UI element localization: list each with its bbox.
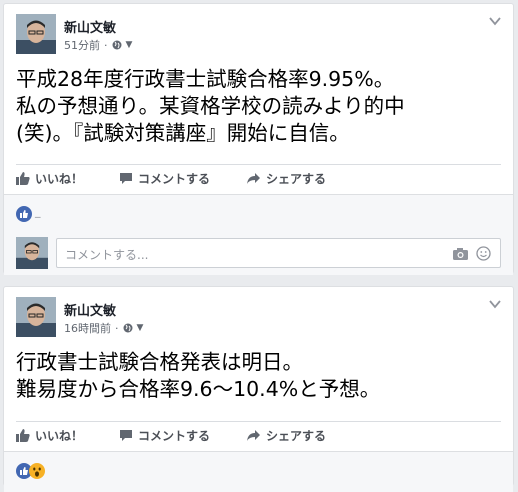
smiley-icon[interactable] bbox=[476, 246, 491, 261]
post-text-line: 私の予想通り。某資格学校の読みより的中 bbox=[16, 94, 405, 118]
comment-button[interactable]: コメントする bbox=[119, 427, 210, 444]
post-text-line: 平成28年度行政書士試験合格率9.95%。 bbox=[16, 67, 395, 91]
comment-icon bbox=[120, 172, 133, 184]
globe-icon[interactable] bbox=[112, 40, 122, 50]
feedback-area bbox=[4, 451, 513, 492]
post-text: 行政書士試験合格発表は明日。 難易度から合格率9.6〜10.4%と予想。 bbox=[16, 349, 380, 403]
divider bbox=[16, 421, 501, 422]
chevron-down-icon[interactable] bbox=[489, 16, 501, 26]
comment-label: コメントする bbox=[138, 428, 211, 443]
comment-label: コメントする bbox=[138, 171, 211, 186]
like-reaction-icon[interactable] bbox=[16, 206, 32, 222]
audience-caret-icon[interactable]: ▼ bbox=[137, 323, 144, 333]
chevron-down-icon[interactable] bbox=[489, 299, 501, 309]
share-button[interactable]: シェアする bbox=[246, 170, 326, 187]
share-icon bbox=[247, 172, 261, 184]
post-text-line: 難易度から合格率9.6〜10.4%と予想。 bbox=[16, 377, 381, 401]
post-text-line: (笑)。『試験対策講座』開始に自信。 bbox=[16, 121, 350, 145]
like-button[interactable]: いいね！ bbox=[16, 427, 83, 444]
camera-icon[interactable] bbox=[453, 247, 468, 260]
like-label: いいね！ bbox=[35, 171, 84, 186]
comment-placeholder: コメントする... bbox=[65, 248, 149, 262]
post-time[interactable]: 16時間前 bbox=[64, 320, 111, 336]
wow-reaction-icon[interactable] bbox=[29, 463, 45, 479]
feedback-area: _ コメントする... bbox=[4, 194, 513, 275]
author-name[interactable]: 新山文敏 bbox=[64, 300, 116, 319]
author-name[interactable]: 新山文敏 bbox=[64, 17, 116, 36]
like-label: いいね！ bbox=[35, 428, 84, 443]
thumbs-up-icon bbox=[16, 171, 30, 185]
audience-caret-icon[interactable]: ▼ bbox=[126, 40, 133, 50]
comment-input[interactable]: コメントする... bbox=[56, 238, 501, 268]
comment-button[interactable]: コメントする bbox=[119, 170, 210, 187]
post-meta: 51分前 · ▼ bbox=[64, 37, 133, 53]
commenter-avatar bbox=[16, 237, 48, 269]
post-text: 平成28年度行政書士試験合格率9.95%。 私の予想通り。某資格学校の読みより的… bbox=[16, 66, 405, 147]
post-time[interactable]: 51分前 bbox=[64, 37, 100, 53]
globe-icon[interactable] bbox=[123, 323, 133, 333]
author-avatar[interactable] bbox=[16, 297, 56, 337]
post-card: 新山文敏 51分前 · ▼ 平成28年度行政書士試験合格率9.95%。 私の予想… bbox=[3, 3, 514, 275]
share-label: シェアする bbox=[266, 428, 327, 443]
post-card: 新山文敏 16時間前 · ▼ 行政書士試験合格発表は明日。 難易度から合格率9.… bbox=[3, 286, 514, 492]
like-button[interactable]: いいね！ bbox=[16, 170, 83, 187]
reaction-count: _ bbox=[35, 205, 41, 218]
share-button[interactable]: シェアする bbox=[246, 427, 326, 444]
share-label: シェアする bbox=[266, 171, 327, 186]
post-text-line: 行政書士試験合格発表は明日。 bbox=[16, 350, 303, 374]
thumbs-up-icon bbox=[16, 428, 30, 442]
action-bar: いいね！ コメントする シェアする bbox=[16, 423, 362, 447]
comment-icon bbox=[120, 429, 133, 441]
post-meta: 16時間前 · ▼ bbox=[64, 320, 144, 336]
share-icon bbox=[247, 429, 261, 441]
action-bar: いいね！ コメントする シェアする bbox=[16, 166, 362, 190]
divider bbox=[16, 164, 501, 165]
author-avatar[interactable] bbox=[16, 14, 56, 54]
